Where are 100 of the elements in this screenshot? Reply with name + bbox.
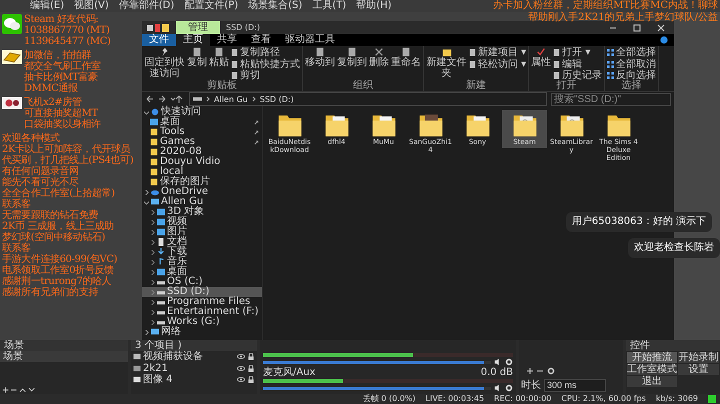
quick-access-toolbar-icon[interactable] <box>146 22 170 32</box>
overlay-text: 无需要跟联的钻石免费 <box>2 210 98 221</box>
ribbon-button[interactable]: 全部选择 <box>607 47 656 58</box>
channel-name: 麦克风/Aux <box>263 367 316 378</box>
tree-item[interactable]: 快速访问 <box>142 107 262 117</box>
menu-item[interactable]: 场景集合(S) <box>248 0 302 12</box>
image-icon <box>133 376 141 384</box>
ribbon-tab[interactable]: 查看 <box>244 34 278 46</box>
breadcrumb[interactable]: SSD (D:) <box>260 94 294 104</box>
menu-item[interactable]: 帮助(H) <box>356 0 392 12</box>
tree-item[interactable]: 视频 <box>142 217 262 227</box>
ribbon-button[interactable]: 新建项目 ▾ <box>469 47 526 58</box>
tree-item[interactable]: 文档 <box>142 237 262 247</box>
ribbon-button[interactable]: 编辑 <box>553 58 602 70</box>
tree-item[interactable]: 桌面 <box>142 267 262 277</box>
status-text: REC: 00:00:00 <box>494 394 552 404</box>
tree-item[interactable]: Entertainment (F:) <box>142 307 262 317</box>
ribbon-tab[interactable]: 驱动器工具 <box>278 34 342 46</box>
settings-icon[interactable] <box>505 358 513 366</box>
ribbon-button[interactable]: 移动到 <box>305 47 335 80</box>
volume-slider[interactable] <box>263 360 484 364</box>
status-text: CPU: 2.1%, 60.00 fps <box>561 394 646 404</box>
eye-icon[interactable] <box>237 376 245 384</box>
ribbon-tab[interactable]: 共享 <box>210 34 244 46</box>
overlay-text: 感谢荆一trurong7的哈人 <box>2 276 112 287</box>
ribbon-button[interactable]: 复制 <box>187 47 207 80</box>
tree-item[interactable]: 3D 对象 <box>142 207 262 217</box>
volume-slider[interactable] <box>263 386 484 390</box>
tree-item[interactable]: Works (G:) <box>142 317 262 327</box>
control-button[interactable]: 设置 <box>678 364 719 375</box>
tree-item[interactable]: Douyu Vidio <box>142 157 262 167</box>
ribbon-button[interactable]: 重命名 <box>391 47 421 80</box>
doc-icon <box>214 47 224 57</box>
control-button[interactable]: 退出 <box>627 376 677 387</box>
duration-field[interactable]: 300 ms <box>544 378 606 392</box>
lock-icon[interactable] <box>247 353 255 360</box>
control-button[interactable]: 开始录制 <box>678 352 719 363</box>
eye-icon[interactable] <box>237 364 245 372</box>
tree-item[interactable]: 下载 <box>142 247 262 257</box>
ribbon-button[interactable]: 粘贴 <box>209 47 229 80</box>
ribbon-button[interactable]: 删除 <box>369 47 389 80</box>
ribbon-button[interactable]: 固定到快速访问 <box>144 47 185 80</box>
menu-item[interactable]: 工具(T) <box>312 0 346 12</box>
close-icon[interactable] <box>656 22 666 32</box>
lock-icon[interactable] <box>247 364 255 372</box>
ribbon-button[interactable]: 粘贴快捷方式 <box>231 58 300 70</box>
scene-item[interactable]: 场景 <box>0 351 128 362</box>
status-text: LIVE: 00:03:45 <box>426 394 484 404</box>
context-tab[interactable]: 管理 <box>176 21 220 34</box>
chevron-icon <box>252 96 256 102</box>
tree-item[interactable]: 2020-08 <box>142 147 262 157</box>
overlay-text: DMMC通报 <box>24 83 79 94</box>
source-item[interactable]: 2k21 <box>143 362 235 374</box>
help-icon[interactable] <box>660 36 668 44</box>
tree-item[interactable]: local <box>142 167 262 177</box>
grid-icon <box>607 49 614 56</box>
menu-item[interactable]: 视图(V) <box>74 0 109 12</box>
source-item[interactable]: 图像 4 <box>143 374 235 386</box>
doc-icon <box>192 47 202 57</box>
overlay-text: 感谢所有兄弟们的支持 <box>2 287 100 298</box>
ribbon-button[interactable]: 属性 <box>531 47 552 80</box>
ribbon-tab[interactable]: 主页 <box>176 34 210 46</box>
overlay-text: 可直接抽奖超MT <box>24 108 99 119</box>
eye-icon[interactable] <box>237 353 245 360</box>
navigation-arrows-icon[interactable] <box>145 94 185 104</box>
source-item[interactable]: 视频捕获设备 <box>143 351 235 362</box>
tree-item[interactable]: Programme Files <box>142 297 262 307</box>
ribbon-tab[interactable]: 文件 <box>142 34 176 46</box>
ribbon-button[interactable]: 复制到 <box>337 47 367 80</box>
address-bar[interactable]: Allen Gu SSD (D:) <box>189 92 547 106</box>
tree-item[interactable]: SSD (D:) <box>142 287 262 297</box>
tree-item[interactable]: 音乐 <box>142 257 262 267</box>
ribbon-button[interactable]: 复制路径 <box>231 47 300 58</box>
status-text: kb/s: 3069 <box>656 394 698 404</box>
ribbon-button[interactable]: 历史记录 <box>553 70 602 82</box>
menu-item[interactable]: 编辑(E) <box>30 0 64 12</box>
tree-item[interactable]: 保存的图片 <box>142 177 262 187</box>
ribbon-button[interactable]: 新建文件夹 <box>426 47 467 80</box>
tree-item[interactable]: 图片 <box>142 227 262 237</box>
overlay-text: 加微信，拍拍群 <box>24 50 92 61</box>
tree-item[interactable]: Tools <box>142 127 262 137</box>
ribbon-button[interactable]: 打开 ▾ <box>553 47 602 58</box>
tree-item[interactable]: 桌面 <box>142 117 262 127</box>
ribbon-button[interactable]: 全部取消 <box>607 58 656 70</box>
control-button[interactable]: 开始推流 <box>627 352 677 363</box>
settings-icon[interactable] <box>505 384 513 392</box>
search-field[interactable]: 搜索"SSD (D:)" <box>551 92 671 106</box>
overlay-text: 抽卡比例MT富豪 <box>24 72 99 83</box>
tree-item[interactable]: OS (C:) <box>142 277 262 287</box>
tree-item[interactable]: 网络 <box>142 327 262 337</box>
ribbon-button[interactable]: 剪切 <box>231 70 300 82</box>
control-button[interactable]: 工作室模式 <box>627 364 677 375</box>
chevron-icon <box>144 330 149 334</box>
tree-item[interactable]: Allen Gu <box>142 197 262 207</box>
maximize-icon[interactable] <box>632 22 642 32</box>
ribbon-button[interactable]: 轻松访问 ▾ <box>469 58 526 70</box>
tree-item[interactable]: OneDrive <box>142 187 262 197</box>
lock-icon[interactable] <box>247 376 255 384</box>
tree-item[interactable]: Games <box>142 137 262 147</box>
breadcrumb[interactable]: Allen Gu <box>214 94 248 104</box>
